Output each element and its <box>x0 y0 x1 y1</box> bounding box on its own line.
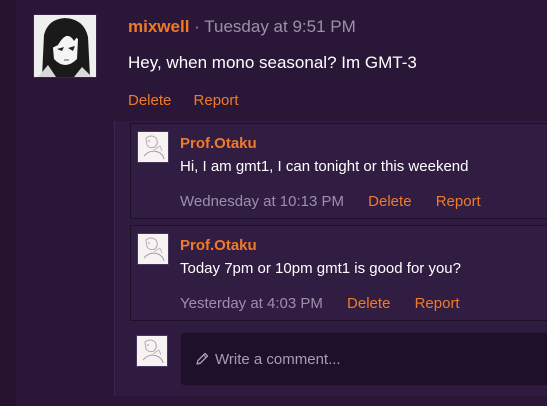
delete-comment-button[interactable]: Delete <box>368 193 411 210</box>
reply-row: Write a comment... <box>130 327 547 391</box>
pencil-icon <box>196 352 209 365</box>
delete-comment-button[interactable]: Delete <box>347 295 390 312</box>
comment-meta: Yesterday at 4:03 PM Delete Report <box>180 295 460 312</box>
comment-username[interactable]: Prof.Otaku <box>180 135 257 152</box>
comment-text: Hi, I am gmt1, I can tonight or this wee… <box>180 158 469 175</box>
post-username[interactable]: mixwell <box>128 17 189 36</box>
comment-username[interactable]: Prof.Otaku <box>180 237 257 254</box>
comment-item: Prof.Otaku Today 7pm or 10pm gmt1 is goo… <box>130 225 547 321</box>
comment-input-placeholder: Write a comment... <box>215 351 341 368</box>
post-actions: Delete Report <box>128 92 239 109</box>
left-edge-strip <box>0 0 16 406</box>
post-timestamp[interactable]: Tuesday at 9:51 PM <box>204 17 356 36</box>
comment-timestamp[interactable]: Wednesday at 10:13 PM <box>180 193 344 210</box>
post-message: Hey, when mono seasonal? Im GMT-3 <box>128 53 417 72</box>
profile-post: mixwell · Tuesday at 9:51 PM Hey, when m… <box>0 0 547 406</box>
sketch-avatar-icon <box>138 132 168 162</box>
post-header: mixwell · Tuesday at 9:51 PM <box>128 17 356 37</box>
comment-input[interactable]: Write a comment... <box>180 332 547 386</box>
report-comment-button[interactable]: Report <box>415 295 460 312</box>
manga-girl-avatar-icon <box>34 15 96 77</box>
report-post-button[interactable]: Report <box>194 92 239 109</box>
current-user-avatar[interactable] <box>136 335 168 367</box>
avatar[interactable] <box>33 14 97 78</box>
report-comment-button[interactable]: Report <box>436 193 481 210</box>
comment-item: Prof.Otaku Hi, I am gmt1, I can tonight … <box>130 123 547 219</box>
comment-meta: Wednesday at 10:13 PM Delete Report <box>180 193 481 210</box>
comments-section: Prof.Otaku Hi, I am gmt1, I can tonight … <box>114 121 547 396</box>
sketch-avatar-icon <box>138 234 168 264</box>
header-separator: · <box>194 17 200 36</box>
comment-text: Today 7pm or 10pm gmt1 is good for you? <box>180 260 461 277</box>
comment-avatar[interactable] <box>137 131 169 163</box>
comment-avatar[interactable] <box>137 233 169 265</box>
sketch-avatar-icon <box>137 336 167 366</box>
comment-timestamp[interactable]: Yesterday at 4:03 PM <box>180 295 323 312</box>
delete-post-button[interactable]: Delete <box>128 92 171 109</box>
